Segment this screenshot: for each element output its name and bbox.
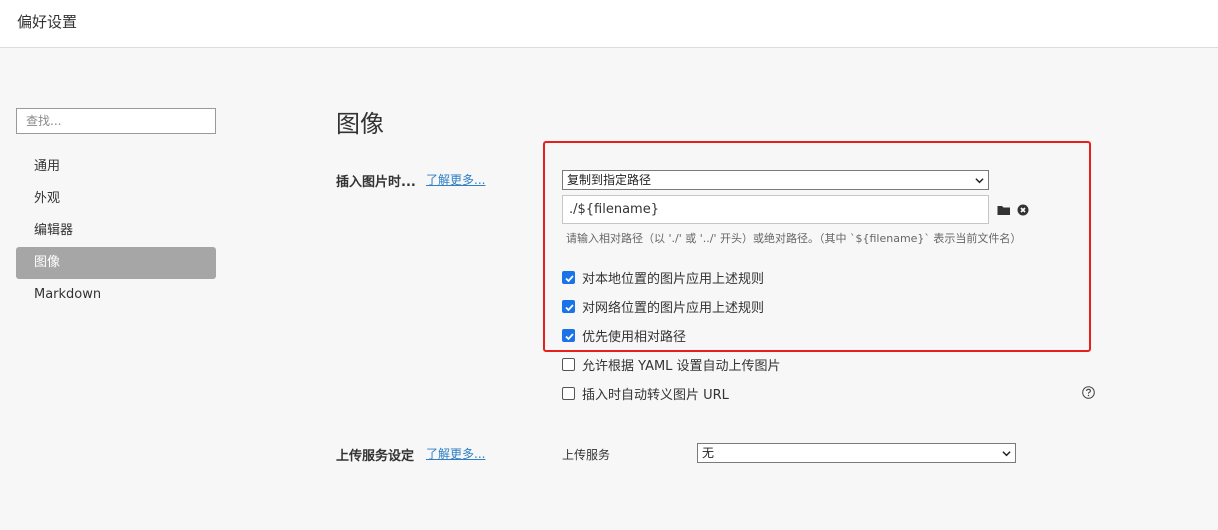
option-apply-network[interactable]: 对网络位置的图片应用上述规则 — [562, 297, 765, 316]
checkbox-checked[interactable] — [562, 328, 575, 342]
option-prefer-relative[interactable]: 优先使用相对路径 — [562, 326, 687, 345]
chevron-down-icon — [1002, 451, 1011, 457]
insert-action-value: 复制到指定路径 — [567, 173, 652, 187]
close-circle-icon[interactable] — [1017, 203, 1031, 217]
option-escape-url[interactable]: 插入时自动转义图片 URL — [562, 384, 729, 403]
path-hint: 请输入相对路径（以 './' 或 '../' 开头）或绝对路径。（其中 `${f… — [566, 232, 1022, 245]
insert-action-select[interactable]: 复制到指定路径 — [562, 170, 989, 190]
option-label: 允许根据 YAML 设置自动上传图片 — [582, 358, 781, 374]
image-path-input[interactable]: ./${filename} — [562, 195, 989, 224]
help-circle-icon[interactable] — [1082, 386, 1095, 399]
checkbox-unchecked[interactable] — [562, 386, 575, 400]
checkbox-checked[interactable] — [562, 299, 575, 313]
checkbox-unchecked[interactable] — [562, 357, 575, 371]
sidebar-nav: 通用 外观 编辑器 图像 Markdown — [16, 151, 216, 311]
option-label: 优先使用相对路径 — [582, 329, 687, 345]
upload-service-select[interactable]: 无 — [697, 443, 1016, 463]
checkbox-checked[interactable] — [562, 270, 575, 284]
window-title: 偏好设置 — [17, 13, 78, 31]
upload-service-field-label: 上传服务 — [562, 448, 611, 462]
title-bar: 偏好设置 — [0, 0, 1218, 48]
sidebar-item-markdown[interactable]: Markdown — [16, 279, 216, 311]
upload-service-learn-more-link[interactable]: 了解更多... — [426, 445, 485, 462]
option-label: 对网络位置的图片应用上述规则 — [582, 300, 765, 316]
chevron-down-icon — [975, 178, 984, 184]
option-yaml-upload[interactable]: 允许根据 YAML 设置自动上传图片 — [562, 355, 781, 374]
search-input[interactable] — [16, 108, 216, 134]
option-apply-local[interactable]: 对本地位置的图片应用上述规则 — [562, 268, 765, 287]
insert-image-learn-more-link[interactable]: 了解更多... — [426, 171, 485, 188]
option-label: 插入时自动转义图片 URL — [582, 387, 729, 403]
folder-icon[interactable] — [997, 203, 1011, 217]
upload-service-value: 无 — [702, 446, 715, 460]
upload-service-label: 上传服务设定 — [336, 449, 415, 464]
sidebar-item-editor[interactable]: 编辑器 — [16, 215, 216, 247]
sidebar-item-appearance[interactable]: 外观 — [16, 183, 216, 215]
option-label: 对本地位置的图片应用上述规则 — [582, 271, 765, 287]
insert-image-label: 插入图片时... — [336, 175, 416, 190]
sidebar-item-general[interactable]: 通用 — [16, 151, 216, 183]
sidebar-item-image[interactable]: 图像 — [16, 247, 216, 279]
page-title: 图像 — [336, 110, 384, 138]
image-path-value: ./${filename} — [569, 202, 659, 217]
